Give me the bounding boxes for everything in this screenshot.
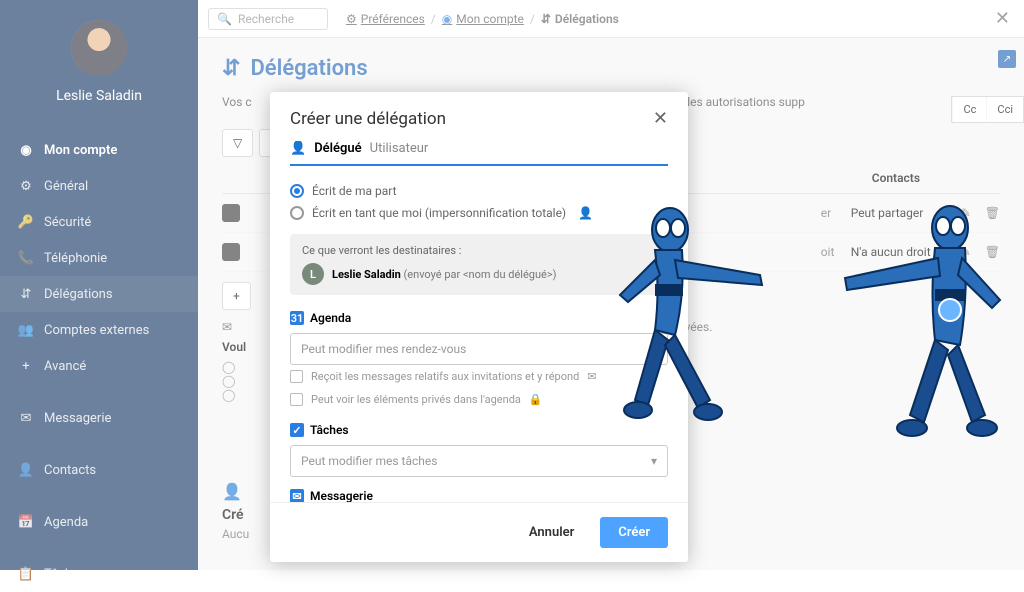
- modal-title: Créer une délégation: [290, 109, 446, 129]
- preview-avatar: L: [302, 263, 324, 285]
- radio-icon: [290, 184, 304, 198]
- checkbox-icon: [290, 370, 303, 383]
- calendar-icon: 31: [290, 311, 304, 325]
- radio-write-as[interactable]: Écrit de ma part: [290, 180, 668, 202]
- spiderman-right: [830, 200, 1020, 490]
- lock-icon: 🔒: [529, 393, 543, 406]
- mail-icon: ✉: [290, 489, 304, 502]
- spiderman-left: [600, 200, 780, 480]
- radio-icon: [290, 206, 304, 220]
- user-icon: 👤: [290, 141, 306, 156]
- close-icon[interactable]: ✕: [653, 108, 668, 129]
- user-icon: 👤: [578, 206, 593, 220]
- tasks-icon: ✓: [290, 423, 304, 437]
- create-button[interactable]: Créer: [600, 517, 668, 548]
- delegate-tab[interactable]: 👤 Délégué Utilisateur: [290, 141, 668, 166]
- checkbox-icon: [290, 393, 303, 406]
- section-messaging: ✉ Messagerie: [290, 489, 668, 502]
- mail-icon: ✉: [587, 370, 596, 383]
- cancel-button[interactable]: Annuler: [517, 517, 586, 548]
